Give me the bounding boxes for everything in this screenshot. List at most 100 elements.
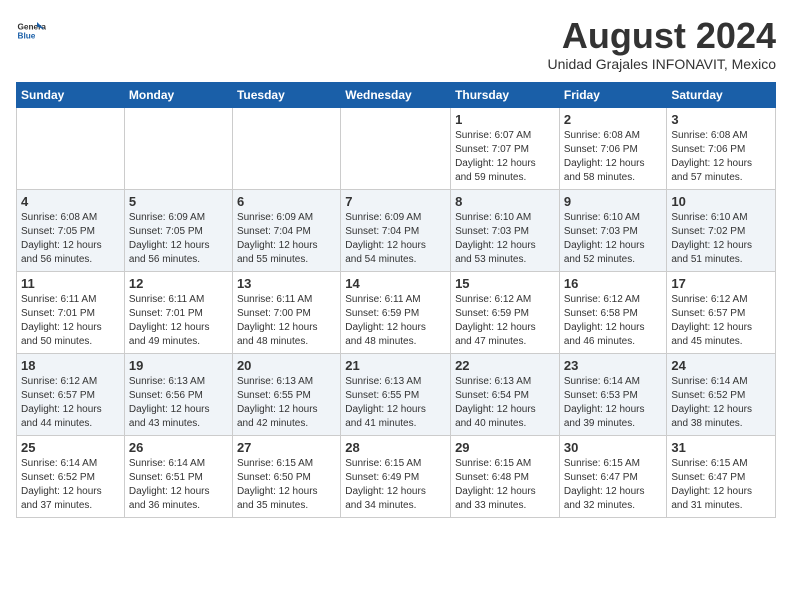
calendar-cell — [232, 107, 340, 189]
day-number: 8 — [455, 194, 555, 209]
calendar-cell: 29Sunrise: 6:15 AM Sunset: 6:48 PM Dayli… — [451, 435, 560, 517]
calendar-cell: 2Sunrise: 6:08 AM Sunset: 7:06 PM Daylig… — [559, 107, 667, 189]
calendar-cell: 8Sunrise: 6:10 AM Sunset: 7:03 PM Daylig… — [451, 189, 560, 271]
calendar-row: 11 Sunrise: 6:11 AM Sunset: 7:01 PM Dayli… — [17, 271, 776, 353]
day-info: Sunrise: 6:11 AM Sunset: 7:00 PM Dayligh… — [237, 293, 336, 349]
calendar-cell: 13 Sunrise: 6:11 AM Sunset: 7:00 PM Dayli… — [232, 271, 340, 353]
calendar-cell: 6 Sunrise: 6:09 AM Sunset: 7:04 PM Daylig… — [232, 189, 340, 271]
day-number: 21 — [345, 358, 446, 373]
calendar-cell — [17, 107, 125, 189]
day-info: Sunrise: 6:14 AM Sunset: 6:53 PM Dayligh… — [564, 375, 663, 431]
calendar-cell: 5 Sunrise: 6:09 AM Sunset: 7:05 PM Daylig… — [124, 189, 232, 271]
day-number: 22 — [455, 358, 555, 373]
calendar-cell: 17Sunrise: 6:12 AM Sunset: 6:57 PM Dayli… — [667, 271, 776, 353]
day-info: Sunrise: 6:11 AM Sunset: 7:01 PM Dayligh… — [21, 293, 120, 349]
calendar-body: 1 Sunrise: 6:07 AM Sunset: 7:07 PM Daylig… — [17, 107, 776, 517]
day-number: 20 — [237, 358, 336, 373]
svg-text:Blue: Blue — [18, 32, 36, 41]
day-info: Sunrise: 6:13 AM Sunset: 6:56 PM Dayligh… — [129, 375, 228, 431]
day-info: Sunrise: 6:13 AM Sunset: 6:54 PM Dayligh… — [455, 375, 555, 431]
day-number: 25 — [21, 440, 120, 455]
day-number: 1 — [455, 112, 555, 127]
calendar-cell: 4Sunrise: 6:08 AM Sunset: 7:05 PM Daylig… — [17, 189, 125, 271]
day-number: 24 — [671, 358, 771, 373]
calendar-cell: 19 Sunrise: 6:13 AM Sunset: 6:56 PM Dayli… — [124, 353, 232, 435]
calendar-cell: 11 Sunrise: 6:11 AM Sunset: 7:01 PM Dayli… — [17, 271, 125, 353]
calendar-cell: 28 Sunrise: 6:15 AM Sunset: 6:49 PM Dayli… — [341, 435, 451, 517]
month-year: August 2024 — [548, 16, 776, 56]
day-info: Sunrise: 6:14 AM Sunset: 6:52 PM Dayligh… — [21, 457, 120, 513]
day-number: 7 — [345, 194, 446, 209]
day-number: 28 — [345, 440, 446, 455]
day-info: Sunrise: 6:12 AM Sunset: 6:58 PM Dayligh… — [564, 293, 663, 349]
day-number: 3 — [671, 112, 771, 127]
calendar-cell: 24 Sunrise: 6:14 AM Sunset: 6:52 PM Dayli… — [667, 353, 776, 435]
day-number: 19 — [129, 358, 228, 373]
day-number: 12 — [129, 276, 228, 291]
day-number: 26 — [129, 440, 228, 455]
calendar-row: 1 Sunrise: 6:07 AM Sunset: 7:07 PM Daylig… — [17, 107, 776, 189]
day-number: 13 — [237, 276, 336, 291]
day-info: Sunrise: 6:15 AM Sunset: 6:47 PM Dayligh… — [564, 457, 663, 513]
calendar-cell: 15 Sunrise: 6:12 AM Sunset: 6:59 PM Dayli… — [451, 271, 560, 353]
day-number: 23 — [564, 358, 663, 373]
day-info: Sunrise: 6:12 AM Sunset: 6:59 PM Dayligh… — [455, 293, 555, 349]
logo: General Blue — [16, 16, 46, 46]
calendar-cell: 10Sunrise: 6:10 AM Sunset: 7:02 PM Dayli… — [667, 189, 776, 271]
weekday-header: Wednesday — [341, 82, 451, 107]
day-info: Sunrise: 6:15 AM Sunset: 6:49 PM Dayligh… — [345, 457, 446, 513]
day-number: 16 — [564, 276, 663, 291]
day-number: 11 — [21, 276, 120, 291]
weekday-header: Friday — [559, 82, 667, 107]
day-info: Sunrise: 6:11 AM Sunset: 7:01 PM Dayligh… — [129, 293, 228, 349]
day-info: Sunrise: 6:09 AM Sunset: 7:04 PM Dayligh… — [345, 211, 446, 267]
calendar-cell: 3 Sunrise: 6:08 AM Sunset: 7:06 PM Daylig… — [667, 107, 776, 189]
day-number: 30 — [564, 440, 663, 455]
calendar-cell: 23 Sunrise: 6:14 AM Sunset: 6:53 PM Dayli… — [559, 353, 667, 435]
calendar-row: 18Sunrise: 6:12 AM Sunset: 6:57 PM Dayli… — [17, 353, 776, 435]
calendar-cell: 31Sunrise: 6:15 AM Sunset: 6:47 PM Dayli… — [667, 435, 776, 517]
day-info: Sunrise: 6:07 AM Sunset: 7:07 PM Dayligh… — [455, 129, 555, 185]
day-info: Sunrise: 6:09 AM Sunset: 7:05 PM Dayligh… — [129, 211, 228, 267]
calendar-cell — [341, 107, 451, 189]
day-number: 27 — [237, 440, 336, 455]
weekday-header: Saturday — [667, 82, 776, 107]
day-number: 10 — [671, 194, 771, 209]
day-number: 15 — [455, 276, 555, 291]
calendar-cell: 7 Sunrise: 6:09 AM Sunset: 7:04 PM Daylig… — [341, 189, 451, 271]
calendar-cell: 21 Sunrise: 6:13 AM Sunset: 6:55 PM Dayli… — [341, 353, 451, 435]
calendar-cell: 18Sunrise: 6:12 AM Sunset: 6:57 PM Dayli… — [17, 353, 125, 435]
day-info: Sunrise: 6:15 AM Sunset: 6:50 PM Dayligh… — [237, 457, 336, 513]
calendar-cell: 27 Sunrise: 6:15 AM Sunset: 6:50 PM Dayli… — [232, 435, 340, 517]
day-info: Sunrise: 6:10 AM Sunset: 7:03 PM Dayligh… — [564, 211, 663, 267]
calendar-cell: 26Sunrise: 6:14 AM Sunset: 6:51 PM Dayli… — [124, 435, 232, 517]
day-info: Sunrise: 6:09 AM Sunset: 7:04 PM Dayligh… — [237, 211, 336, 267]
calendar-cell: 20 Sunrise: 6:13 AM Sunset: 6:55 PM Dayli… — [232, 353, 340, 435]
calendar-cell: 9Sunrise: 6:10 AM Sunset: 7:03 PM Daylig… — [559, 189, 667, 271]
calendar-table: SundayMondayTuesdayWednesdayThursdayFrid… — [16, 82, 776, 518]
weekday-header: Sunday — [17, 82, 125, 107]
day-number: 5 — [129, 194, 228, 209]
day-info: Sunrise: 6:12 AM Sunset: 6:57 PM Dayligh… — [671, 293, 771, 349]
weekday-header-row: SundayMondayTuesdayWednesdayThursdayFrid… — [17, 82, 776, 107]
location: Unidad Grajales INFONAVIT, Mexico — [548, 56, 776, 72]
calendar-cell — [124, 107, 232, 189]
title-block: August 2024 Unidad Grajales INFONAVIT, M… — [548, 16, 776, 72]
calendar-cell: 14Sunrise: 6:11 AM Sunset: 6:59 PM Dayli… — [341, 271, 451, 353]
day-info: Sunrise: 6:14 AM Sunset: 6:52 PM Dayligh… — [671, 375, 771, 431]
day-number: 14 — [345, 276, 446, 291]
calendar-row: 25 Sunrise: 6:14 AM Sunset: 6:52 PM Dayli… — [17, 435, 776, 517]
weekday-header: Thursday — [451, 82, 560, 107]
weekday-header: Tuesday — [232, 82, 340, 107]
calendar-cell: 1 Sunrise: 6:07 AM Sunset: 7:07 PM Daylig… — [451, 107, 560, 189]
day-info: Sunrise: 6:12 AM Sunset: 6:57 PM Dayligh… — [21, 375, 120, 431]
day-number: 6 — [237, 194, 336, 209]
day-info: Sunrise: 6:13 AM Sunset: 6:55 PM Dayligh… — [345, 375, 446, 431]
day-info: Sunrise: 6:08 AM Sunset: 7:06 PM Dayligh… — [671, 129, 771, 185]
calendar-cell: 30 Sunrise: 6:15 AM Sunset: 6:47 PM Dayli… — [559, 435, 667, 517]
day-info: Sunrise: 6:13 AM Sunset: 6:55 PM Dayligh… — [237, 375, 336, 431]
day-number: 2 — [564, 112, 663, 127]
day-number: 29 — [455, 440, 555, 455]
day-number: 4 — [21, 194, 120, 209]
day-number: 31 — [671, 440, 771, 455]
